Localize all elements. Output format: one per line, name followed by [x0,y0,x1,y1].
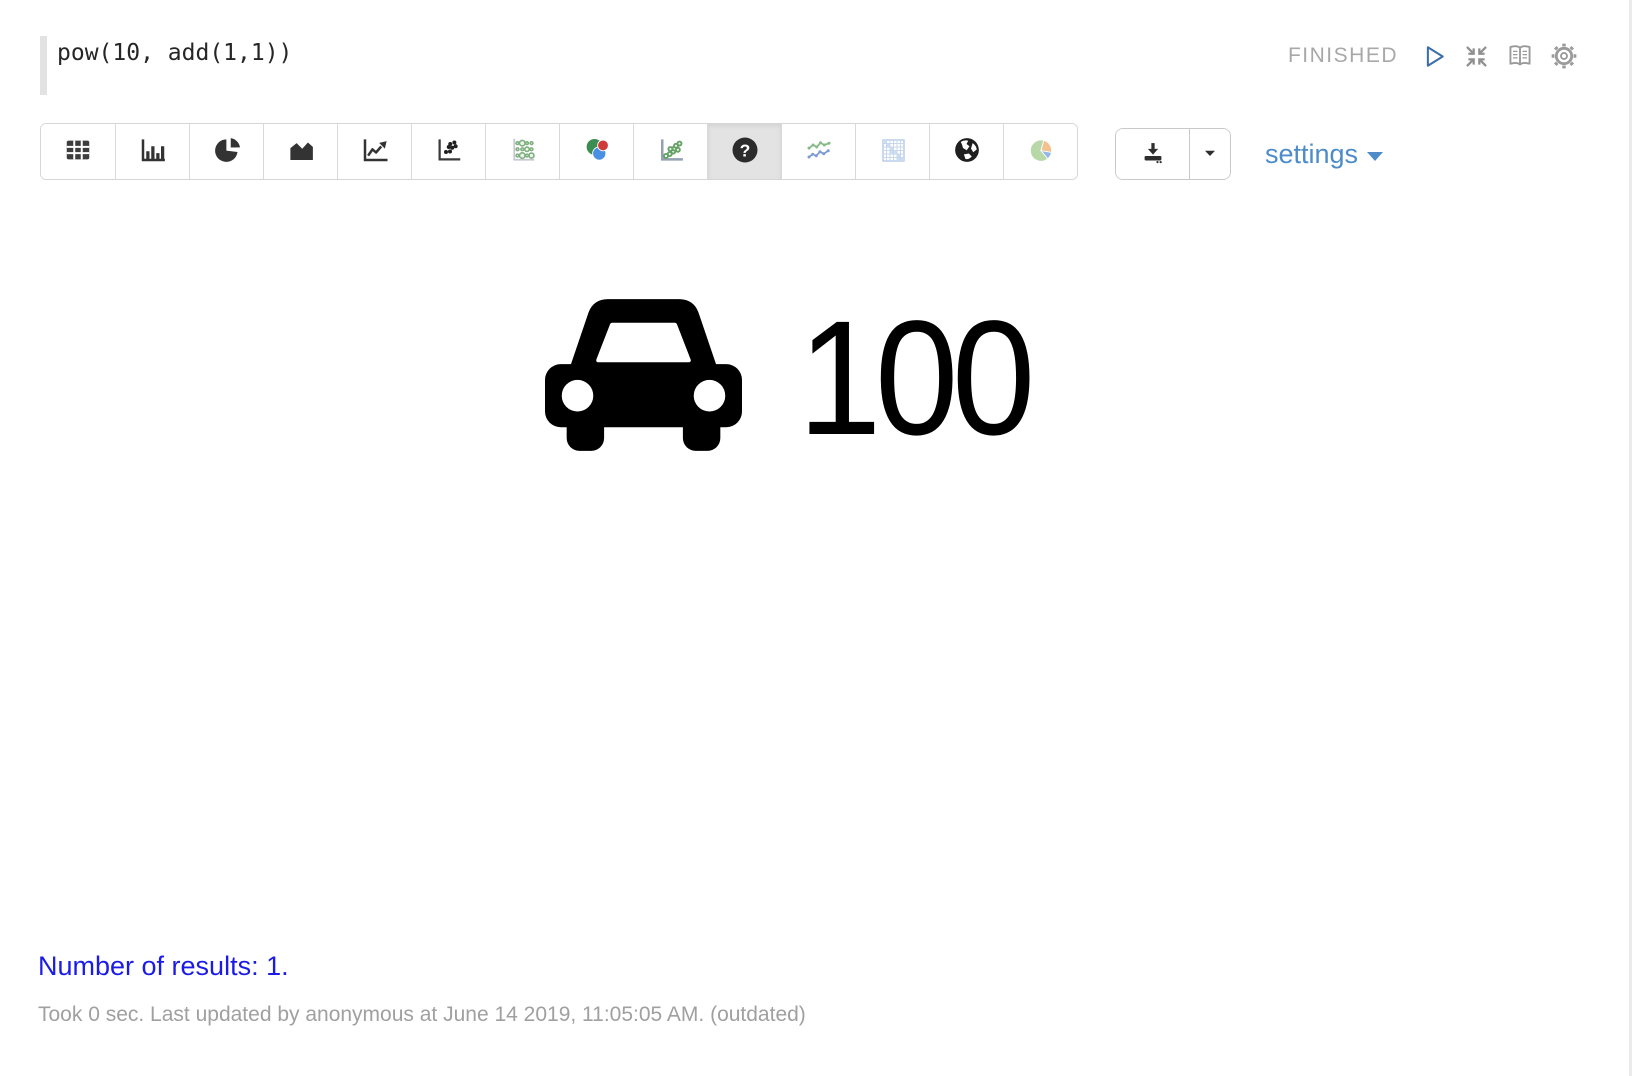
results-count-text: Number of results: 1. [38,951,1632,982]
result-visualization: 100 [0,301,1632,454]
paragraph-controls: FINISHED [1288,40,1578,72]
execution-status-line: Took 0 sec. Last updated by anonymous at… [38,1003,1632,1027]
viz-button-scatter-chart[interactable] [411,124,485,179]
download-button[interactable] [1116,129,1189,179]
viz-button-unknown-question[interactable]: ? [707,124,781,179]
scatter-chart-icon [434,135,464,168]
heatmap-grid-icon [878,135,908,168]
code-editor[interactable]: pow(10, add(1,1)) FINISHED [0,0,1632,95]
download-options-button[interactable] [1189,129,1230,179]
bubble-grid-icon [508,135,538,168]
gear-icon[interactable] [1550,42,1578,70]
code-line[interactable]: pow(10, add(1,1)) [57,40,292,66]
viz-button-line-chart[interactable] [337,124,411,179]
result-value: 100 [798,296,1029,459]
viz-button-table[interactable] [41,124,115,179]
viz-button-green-scatter-chart[interactable] [633,124,707,179]
viz-button-bar-chart[interactable] [115,124,189,179]
colored-pie-icon [1026,135,1056,168]
multi-line-chart-icon [804,135,834,168]
zeppelin-paragraph: pow(10, add(1,1)) FINISHED [0,0,1632,1076]
bar-chart-icon [138,135,168,168]
car-icon [545,299,742,457]
download-icon [1139,139,1167,170]
viz-button-heatmap-grid[interactable] [855,124,929,179]
svg-text:?: ? [739,140,750,160]
area-chart-icon [286,135,316,168]
question-mark-icon: ? [730,135,760,168]
shrink-icon[interactable] [1463,43,1490,70]
green-scatter-icon [656,135,686,168]
viz-button-area-chart[interactable] [263,124,337,179]
viz-button-colored-pie-chart[interactable] [1003,124,1077,179]
play-icon[interactable] [1420,43,1447,70]
viz-button-multi-line-chart[interactable] [781,124,855,179]
globe-icon [952,135,982,168]
venn-diagram-icon [582,135,612,168]
status-badge: FINISHED [1288,44,1398,68]
table-icon [63,135,93,168]
caret-down-icon [1198,141,1222,168]
download-button-group [1115,128,1231,180]
book-icon[interactable] [1506,42,1534,70]
viz-button-pie-chart[interactable] [189,124,263,179]
viz-button-venn-diagram[interactable] [559,124,633,179]
viz-toolbar: ? [40,123,1632,180]
settings-caret-icon [1367,152,1383,161]
settings-label: settings [1265,139,1358,170]
viz-button-group: ? [40,123,1078,180]
editor-gutter [40,36,47,95]
viz-button-globe-map[interactable] [929,124,1003,179]
settings-link[interactable]: settings [1265,128,1383,180]
pie-chart-icon [212,135,242,168]
viz-button-bubble-grid-chart[interactable] [485,124,559,179]
line-chart-icon [360,135,390,168]
